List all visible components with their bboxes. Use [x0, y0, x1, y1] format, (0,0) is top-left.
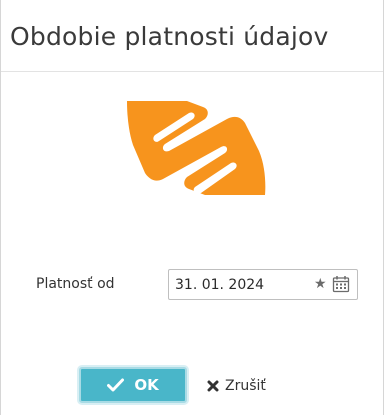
- logo: [127, 101, 266, 195]
- logo-shape: [127, 101, 266, 195]
- ok-label: OK: [134, 376, 159, 394]
- valid-from-field: ★: [168, 269, 358, 300]
- calendar-icon[interactable]: [332, 275, 350, 293]
- close-icon: [207, 380, 219, 392]
- checkmark-icon: [107, 378, 125, 392]
- cancel-button[interactable]: Zrušiť: [207, 374, 266, 398]
- valid-from-label: Platnosť od: [36, 276, 115, 292]
- validity-period-dialog: Obdobie platnosti údajov Platnosť od ★ O…: [0, 0, 384, 415]
- ok-button[interactable]: OK: [79, 367, 187, 403]
- valid-from-input[interactable]: [169, 270, 315, 299]
- star-icon[interactable]: ★: [314, 276, 328, 292]
- title-divider: [1, 71, 383, 72]
- dialog-title: Obdobie platnosti údajov: [10, 22, 329, 51]
- cancel-label: Zrušiť: [225, 378, 266, 394]
